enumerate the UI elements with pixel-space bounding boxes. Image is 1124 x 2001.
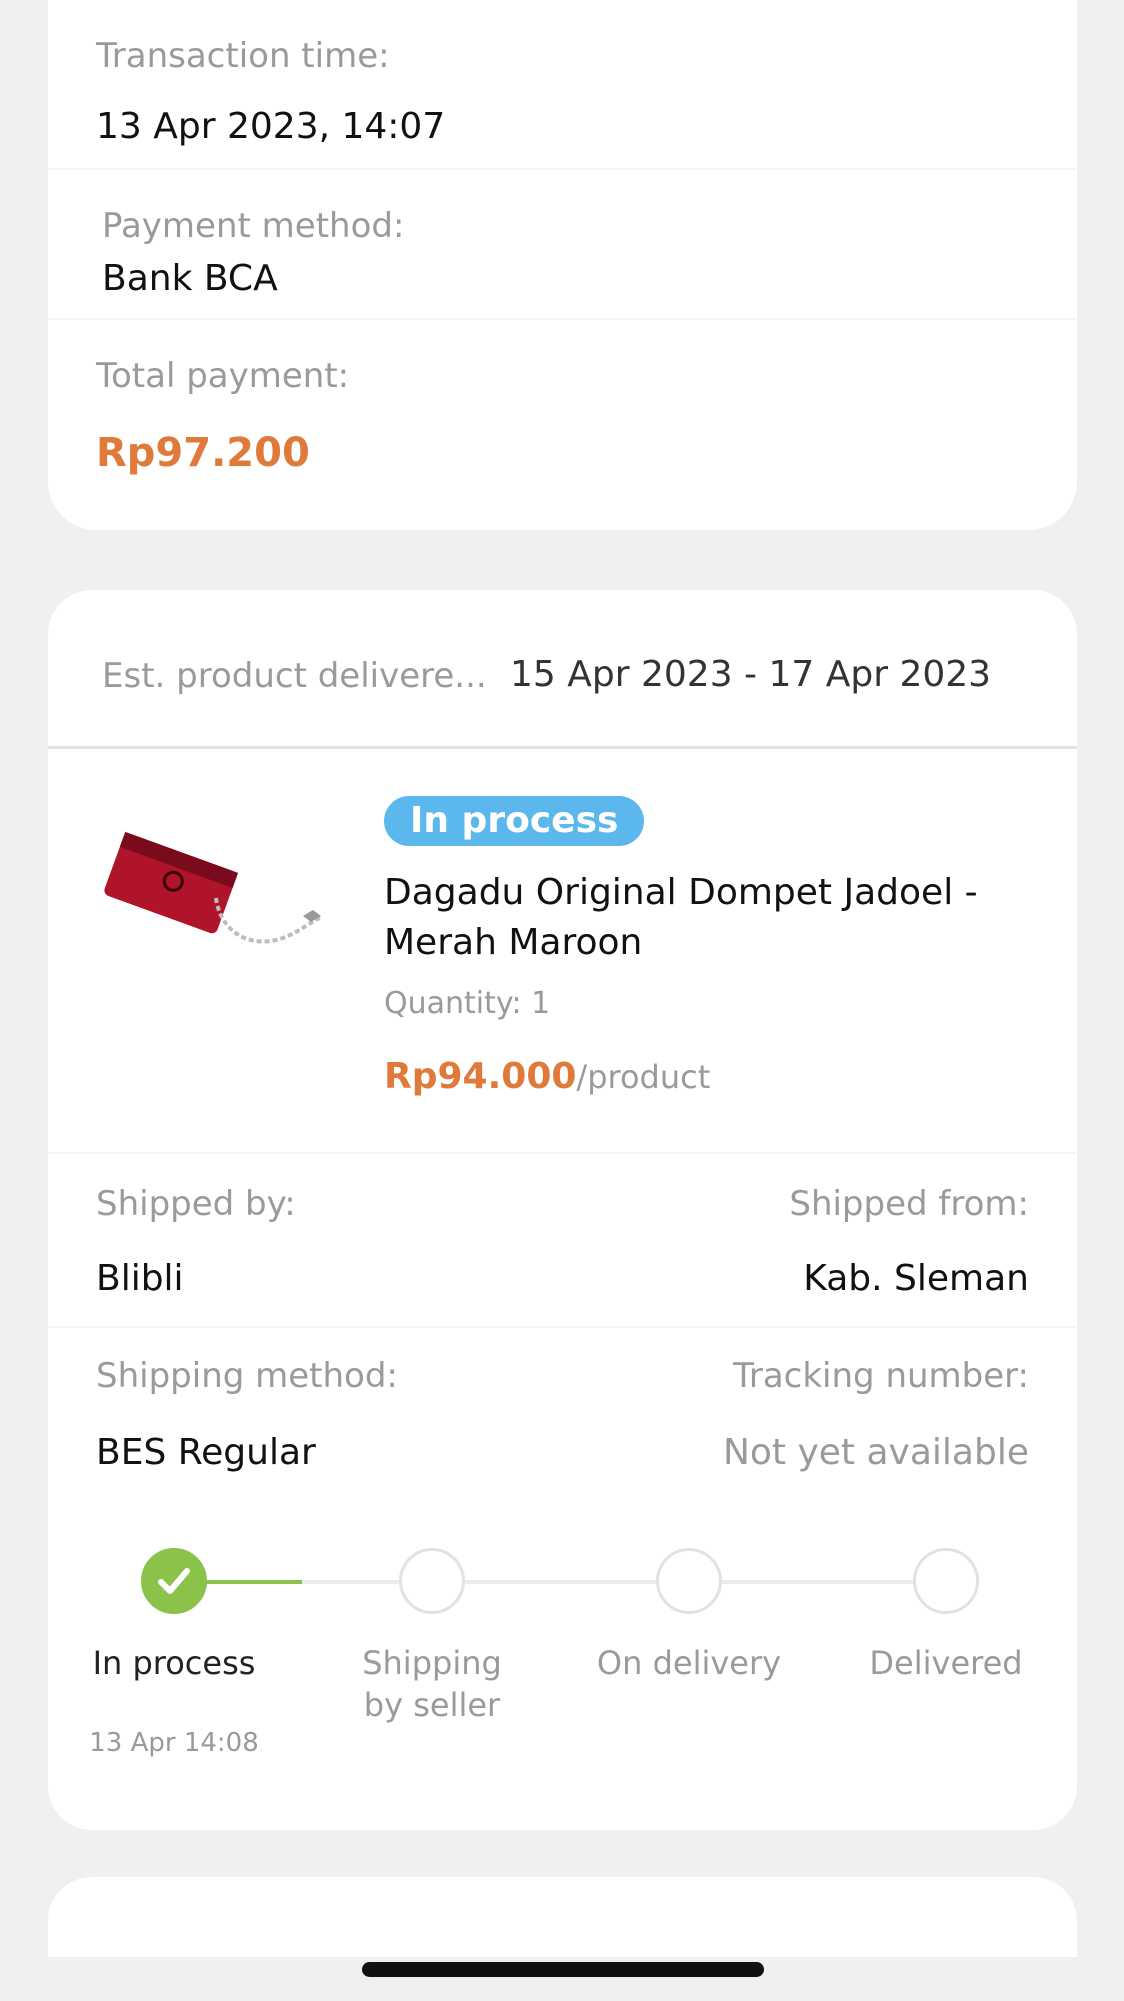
transaction-summary-card: Transaction time: 13 Apr 2023, 14:07 Pay… bbox=[48, 0, 1077, 530]
price-unit: /product bbox=[576, 1058, 711, 1096]
divider bbox=[48, 168, 1077, 170]
divider bbox=[48, 746, 1077, 749]
tracking-number-value: Not yet available bbox=[722, 1432, 1029, 1473]
product-name-line1[interactable]: Dagadu Original Dompet Jadoel - bbox=[384, 872, 978, 913]
divider bbox=[48, 1152, 1077, 1154]
quantity-label: Quantity: 1 bbox=[384, 986, 551, 1021]
step-in-process-timestamp: 13 Apr 14:08 bbox=[89, 1728, 259, 1758]
est-delivery-value: 15 Apr 2023 - 17 Apr 2023 bbox=[510, 654, 992, 695]
shipped-from-value: Kab. Sleman bbox=[803, 1258, 1029, 1299]
step-shipping-label-line2: by seller bbox=[363, 1686, 501, 1724]
step-on-delivery-label: On delivery bbox=[596, 1644, 782, 1682]
payment-method-label: Payment method: bbox=[102, 206, 405, 246]
status-badge: In process bbox=[384, 796, 645, 846]
step-shipping-label-line1: Shipping bbox=[362, 1644, 502, 1682]
next-card bbox=[48, 1877, 1077, 1957]
total-payment-value: Rp97.200 bbox=[96, 430, 310, 476]
step-on-delivery-circle bbox=[656, 1548, 722, 1614]
step-in-process-label: In process bbox=[92, 1644, 256, 1682]
price-row: Rp94.000/product bbox=[384, 1056, 710, 1097]
tracking-number-label: Tracking number: bbox=[733, 1356, 1029, 1396]
shipped-by-label: Shipped by: bbox=[96, 1184, 296, 1224]
product-image[interactable] bbox=[98, 820, 326, 970]
shipped-from-label: Shipped from: bbox=[789, 1184, 1029, 1224]
divider bbox=[48, 1326, 1077, 1328]
payment-method-value: Bank BCA bbox=[102, 258, 278, 299]
price-value: Rp94.000 bbox=[384, 1056, 577, 1097]
step-shipping-circle bbox=[399, 1548, 465, 1614]
total-payment-label: Total payment: bbox=[96, 356, 350, 396]
step-delivered-label: Delivered bbox=[869, 1644, 1023, 1682]
step-in-process-circle bbox=[141, 1548, 207, 1614]
transaction-time-label: Transaction time: bbox=[96, 36, 390, 76]
shipped-by-value: Blibli bbox=[96, 1258, 184, 1299]
divider bbox=[48, 318, 1077, 320]
check-icon bbox=[158, 1568, 190, 1594]
transaction-time-value: 13 Apr 2023, 14:07 bbox=[96, 106, 446, 147]
shipping-method-label: Shipping method: bbox=[96, 1356, 398, 1396]
order-card: Est. product delivere... 15 Apr 2023 - 1… bbox=[48, 590, 1077, 1830]
wallet-image-icon bbox=[104, 831, 321, 944]
shipping-method-value: BES Regular bbox=[96, 1432, 316, 1473]
step-delivered-circle bbox=[913, 1548, 979, 1614]
est-delivery-label: Est. product delivere... bbox=[102, 656, 487, 696]
product-name-line2[interactable]: Merah Maroon bbox=[384, 922, 642, 963]
home-indicator[interactable] bbox=[362, 1962, 764, 1977]
